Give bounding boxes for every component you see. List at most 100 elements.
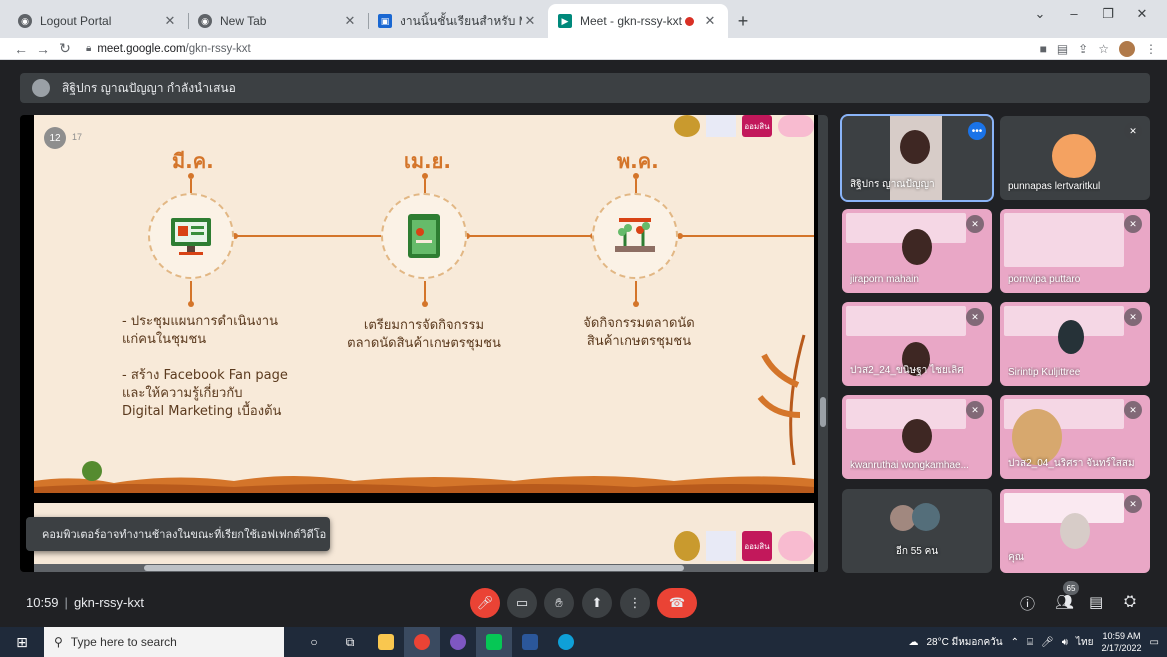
participant-tile[interactable]: ✕ kwanruthai wongkamhae...: [842, 395, 992, 479]
participant-photo: [902, 229, 932, 265]
mic-off-icon: ✕: [966, 401, 984, 419]
network-icon[interactable]: ⌸: [1027, 637, 1033, 648]
file-explorer-icon[interactable]: [368, 627, 404, 657]
tab-search-icon[interactable]: ⌄: [1023, 6, 1057, 22]
timeline-line: [679, 235, 814, 237]
scroll-thumb[interactable]: [144, 565, 684, 571]
chrome-taskbar-icon[interactable]: [404, 627, 440, 657]
mic-off-icon: ✕: [1124, 495, 1142, 513]
close-icon[interactable]: ✕: [162, 13, 178, 29]
activities-icon[interactable]: ⛭: [1124, 593, 1136, 610]
university-seal-icon: [674, 115, 700, 137]
camera-icon[interactable]: ■: [1040, 42, 1047, 56]
task-view-icon[interactable]: ⧉: [332, 627, 368, 657]
windows-start-icon[interactable]: ⊞: [0, 627, 44, 657]
forward-icon[interactable]: →: [32, 41, 54, 57]
participant-photo: [1060, 513, 1090, 549]
app-icon[interactable]: [440, 627, 476, 657]
browser-tab-strip: ◉ Logout Portal ✕ ◉ New Tab ✕ ▣ งานนิ้นช…: [0, 0, 1167, 38]
participant-name: คุณ: [1008, 552, 1024, 563]
month-label-april: เม.ย.: [404, 149, 451, 173]
tab-title: Logout Portal: [40, 14, 112, 28]
camera-toggle-button[interactable]: ▭: [507, 588, 537, 618]
people-icon[interactable]: 👥︎: [1055, 593, 1074, 611]
classroom-icon: ▣: [378, 14, 392, 28]
end-call-button[interactable]: ☎︎: [657, 588, 697, 618]
mic-off-icon: ✕: [1124, 122, 1142, 140]
participant-avatar: [912, 503, 940, 531]
translate-icon[interactable]: ▤: [1057, 42, 1068, 56]
close-window-button[interactable]: ✕: [1125, 6, 1159, 22]
prepare-event-circle: [381, 193, 467, 279]
separator: |: [64, 595, 68, 610]
video-effects-toast: คอมพิวเตอร์อาจทำงานช้าลงในขณะที่เรียกใช้…: [26, 517, 330, 551]
presenter-bar: สิฐิปกร ญาณปัญญา กำลังนำเสนอ: [20, 73, 1150, 103]
weather-text[interactable]: 28°C มีหมอกควัน: [927, 635, 1003, 650]
timeline-connector: [190, 281, 192, 303]
tab-meet[interactable]: ▶ Meet - gkn-rssy-kxt ✕: [548, 4, 728, 38]
back-icon[interactable]: ←: [10, 41, 32, 57]
scroll-thumb[interactable]: [820, 397, 826, 427]
taskbar-clock[interactable]: 10:59 AM 2/17/2022: [1102, 630, 1142, 654]
more-options-button[interactable]: ⋮: [620, 588, 650, 618]
plant-icon: [615, 218, 655, 252]
text-line: เตรียมการจัดกิจกรรม: [363, 318, 485, 333]
participant-tile[interactable]: ✕ jiraporn mahain: [842, 209, 992, 293]
reload-icon[interactable]: ↻: [54, 40, 76, 57]
language-indicator[interactable]: ไทย: [1076, 635, 1093, 650]
tab-classroom[interactable]: ▣ งานนิ้นชั้นเรียนสำหรับ Marketing Stra …: [368, 4, 548, 38]
text-line: ตลาดนัดสินค้าเกษตรชุมชน: [347, 336, 501, 351]
more-participants-tile[interactable]: อีก 55 คน: [842, 489, 992, 573]
participant-tile[interactable]: ✕ Sirintip Kuljittree: [1000, 302, 1150, 386]
meeting-info: 10:59 | gkn-rssy-kxt: [26, 595, 144, 610]
mic-tray-icon[interactable]: 🎤︎: [1041, 637, 1054, 648]
chat-icon[interactable]: ▤: [1089, 593, 1103, 611]
horizontal-scrollbar[interactable]: [34, 564, 814, 572]
institute-logo-icon: [706, 531, 736, 561]
more-options-icon[interactable]: •••: [968, 122, 986, 140]
participant-name: Sirintip Kuljittree: [1008, 367, 1081, 378]
cortana-icon[interactable]: ○: [296, 627, 332, 657]
minimize-button[interactable]: –: [1057, 6, 1091, 22]
windows-taskbar: ⊞ ⚲ Type here to search ○ ⧉ ☁ 28°C มีหมอ…: [0, 627, 1167, 657]
word-icon[interactable]: [512, 627, 548, 657]
close-icon[interactable]: ✕: [702, 13, 718, 29]
profile-avatar[interactable]: [1119, 40, 1135, 57]
vertical-scrollbar[interactable]: [818, 115, 828, 572]
participant-name: สิฐิปกร ญาณปัญญา: [850, 179, 935, 190]
participant-tile[interactable]: ✕ ปวส2_04_นริศรา จันทร์ใสสม: [1000, 395, 1150, 479]
present-button[interactable]: ⬆: [582, 588, 612, 618]
raise-hand-button[interactable]: ✋︎: [544, 588, 574, 618]
mic-toggle-button[interactable]: 🎤︎: [470, 588, 500, 618]
address-bar[interactable]: 🔒︎ meet.google.com/gkn-rssy-kxt: [86, 39, 1040, 59]
bookmark-star-icon[interactable]: ☆: [1098, 42, 1109, 56]
participant-tile[interactable]: ✕ ปวส2_24_ขนิษฐา ไชยเลิศ: [842, 302, 992, 386]
tab-logout-portal[interactable]: ◉ Logout Portal ✕: [8, 4, 188, 38]
self-view-tile[interactable]: ✕ คุณ: [1000, 489, 1150, 573]
taskbar-search[interactable]: ⚲ Type here to search: [44, 627, 284, 657]
participant-name: jiraporn mahain: [850, 274, 919, 285]
new-tab-button[interactable]: +: [728, 4, 758, 38]
participant-tile[interactable]: ✕ pornvipa puttaro: [1000, 209, 1150, 293]
timeline-dot: [422, 301, 428, 307]
restore-button[interactable]: ❐: [1091, 6, 1125, 22]
tab-new-tab[interactable]: ◉ New Tab ✕: [188, 4, 368, 38]
close-icon[interactable]: ✕: [342, 13, 358, 29]
timeline-line: [467, 235, 592, 237]
share-icon[interactable]: ⇪: [1078, 42, 1088, 56]
text-line: สินค้าเกษตรชุมชน: [586, 334, 692, 349]
participant-tile[interactable]: ✕ punnapas lertvaritkul: [1000, 116, 1150, 200]
april-activities: เตรียมการจัดกิจกรรม ตลาดนัดสินค้าเกษตรชุ…: [334, 317, 514, 353]
volume-icon[interactable]: 🔊︎: [1062, 637, 1068, 648]
line-icon[interactable]: [476, 627, 512, 657]
participant-tile[interactable]: ••• สิฐิปกร ญาณปัญญา: [840, 114, 994, 202]
menu-icon[interactable]: ⋮: [1145, 42, 1157, 56]
edge-icon[interactable]: [548, 627, 584, 657]
notification-icon[interactable]: ▭: [1150, 637, 1159, 648]
close-icon[interactable]: ✕: [522, 13, 538, 29]
mic-off-icon: ✕: [1124, 401, 1142, 419]
chevron-up-icon[interactable]: ⌃: [1011, 637, 1019, 648]
virtual-background: [1004, 213, 1124, 267]
info-icon[interactable]: ⓘ: [1020, 593, 1035, 614]
participant-name: ปวส2_24_ขนิษฐา ไชยเลิศ: [850, 365, 964, 376]
